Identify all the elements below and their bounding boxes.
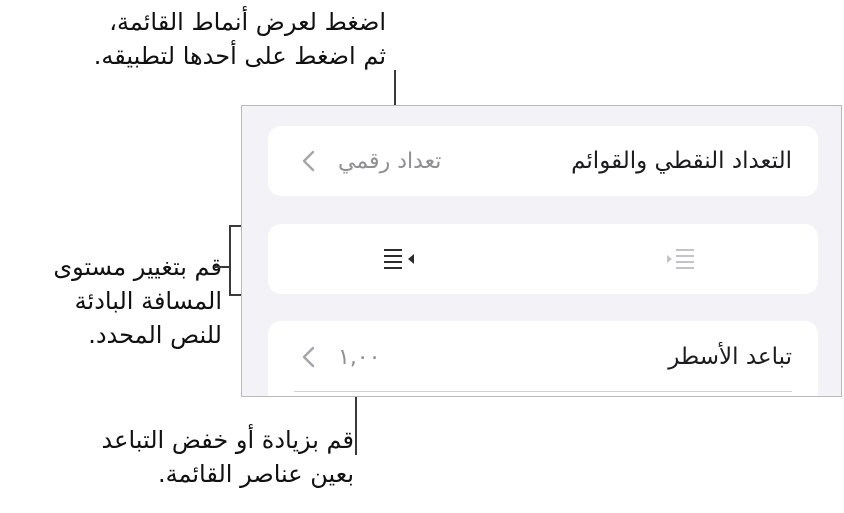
line-spacing-label: تباعد الأسطر: [668, 344, 792, 370]
line-spacing-row[interactable]: تباعد الأسطر ١,٠٠: [268, 321, 818, 393]
chevron-left-icon: [302, 346, 315, 368]
callout-line-spacing: قم بزيادة أو خفض التباعد بعين عناصر القا…: [102, 423, 354, 491]
callout-line-spacing-line1: قم بزيادة أو خفض التباعد: [101, 426, 354, 454]
indent-decrease-icon: [383, 249, 414, 269]
indent-increase-button[interactable]: [543, 224, 818, 294]
line-spacing-card: تباعد الأسطر ١,٠٠: [268, 321, 818, 396]
line-spacing-value: ١,٠٠: [338, 344, 381, 370]
indent-card: [268, 224, 818, 294]
list-style-label: التعداد النقطي والقوائم: [571, 148, 792, 174]
row-divider: [294, 391, 792, 392]
annotated-screenshot: اضغط لعرض أنماط القائمة، ثم اضغط على أحد…: [0, 0, 844, 513]
callout-indent-bracket-vertical: [229, 225, 231, 296]
callout-list-style-line1: اضغط لعرض أنماط القائمة،: [109, 8, 386, 36]
list-style-row[interactable]: التعداد النقطي والقوائم تعداد رقمي: [268, 126, 818, 196]
list-style-card: التعداد النقطي والقوائم تعداد رقمي: [268, 126, 818, 196]
callout-indent: قم بتغيير مستوى المسافة البادئة للنص الم…: [53, 250, 222, 352]
format-panel: التعداد النقطي والقوائم تعداد رقمي تباعد…: [241, 105, 842, 397]
callout-indent-line2: المسافة البادئة: [74, 287, 222, 315]
callout-list-style: اضغط لعرض أنماط القائمة، ثم اضغط على أحد…: [94, 5, 386, 73]
callout-indent-line3: للنص المحدد.: [88, 321, 222, 349]
indent-increase-icon: [666, 249, 694, 269]
list-style-value: تعداد رقمي: [338, 148, 442, 174]
callout-line-spacing-line2: بعين عناصر القائمة.: [157, 460, 354, 488]
indent-decrease-button[interactable]: [268, 224, 543, 294]
callout-indent-leader: [214, 266, 230, 268]
chevron-left-icon: [302, 150, 315, 172]
callout-indent-line1: قم بتغيير مستوى: [53, 253, 222, 281]
callout-list-style-line2: ثم اضغط على أحدها لتطبيقه.: [93, 42, 386, 70]
